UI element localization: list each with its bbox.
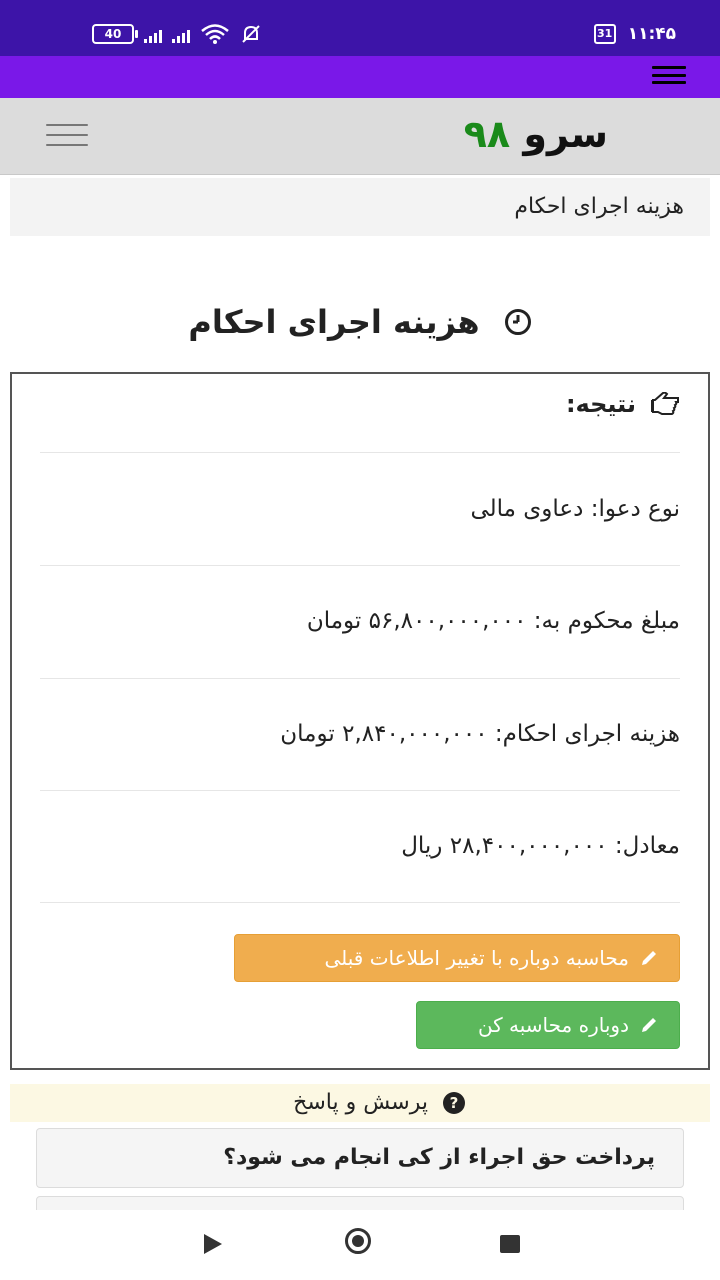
site-logo[interactable]: سرو ۹۸ <box>464 112 608 156</box>
judgment-amount-row: مبلغ محکوم به: ۵۶,۸۰۰,۰۰۰,۰۰۰ تومان <box>306 608 680 634</box>
clock-icon <box>504 309 531 335</box>
menu-icon[interactable] <box>652 66 686 84</box>
bell-muted-icon <box>242 25 260 43</box>
system-nav-bar <box>0 1210 720 1280</box>
nav-toggle-icon[interactable] <box>46 124 88 146</box>
signal-icon <box>144 25 162 43</box>
claim-type-row: نوع دعوا: دعاوی مالی <box>470 496 680 522</box>
rial-equivalent-row: معادل: ۲۸,۴۰۰,۰۰۰,۰۰۰ ریال <box>401 833 680 859</box>
pencil-icon <box>642 1018 656 1032</box>
page-title: هزینه اجرای احکام <box>188 303 480 341</box>
hand-pointer-icon <box>651 392 679 415</box>
question-circle-icon: ? <box>443 1092 465 1114</box>
divider <box>40 565 680 566</box>
recent-apps-icon[interactable] <box>500 1235 520 1253</box>
page-title-row: هزینه اجرای احکام <box>0 292 720 352</box>
battery-icon: 40 <box>92 24 138 44</box>
divider <box>40 902 680 903</box>
svg-text:?: ? <box>450 1094 459 1112</box>
clock-time: ۱۱:۴۵ <box>627 24 676 44</box>
calendar-icon: 31 <box>593 24 616 44</box>
top-app-bar <box>0 56 720 98</box>
breadcrumb: هزینه اجرای احکام <box>10 178 710 236</box>
divider <box>40 790 680 791</box>
home-icon[interactable] <box>345 1228 371 1254</box>
result-heading: نتیجه: <box>566 386 680 422</box>
signal-icon <box>172 25 190 43</box>
divider <box>40 678 680 679</box>
pencil-icon <box>642 951 656 965</box>
site-header: سرو ۹۸ <box>0 98 720 175</box>
result-panel: نتیجه: نوع دعوا: دعاوی مالی مبلغ محکوم ب… <box>10 372 710 1070</box>
wifi-icon <box>201 24 229 44</box>
recalculate-button[interactable]: دوباره محاسبه کن <box>416 1001 680 1049</box>
back-icon[interactable] <box>204 1234 222 1254</box>
enforcement-cost-row: هزینه اجرای احکام: ۲,۸۴۰,۰۰۰,۰۰۰ تومان <box>280 721 680 747</box>
qa-header: ? پرسش و پاسخ <box>10 1084 710 1122</box>
recalculate-with-changes-button[interactable]: محاسبه دوباره با تغییر اطلاعات قبلی <box>234 934 680 982</box>
status-bar: 40 31 ۱۱:۴۵ <box>0 0 720 56</box>
divider <box>40 452 680 453</box>
faq-item[interactable]: پرداخت حق اجراء از کی انجام می شود؟ <box>36 1128 684 1188</box>
